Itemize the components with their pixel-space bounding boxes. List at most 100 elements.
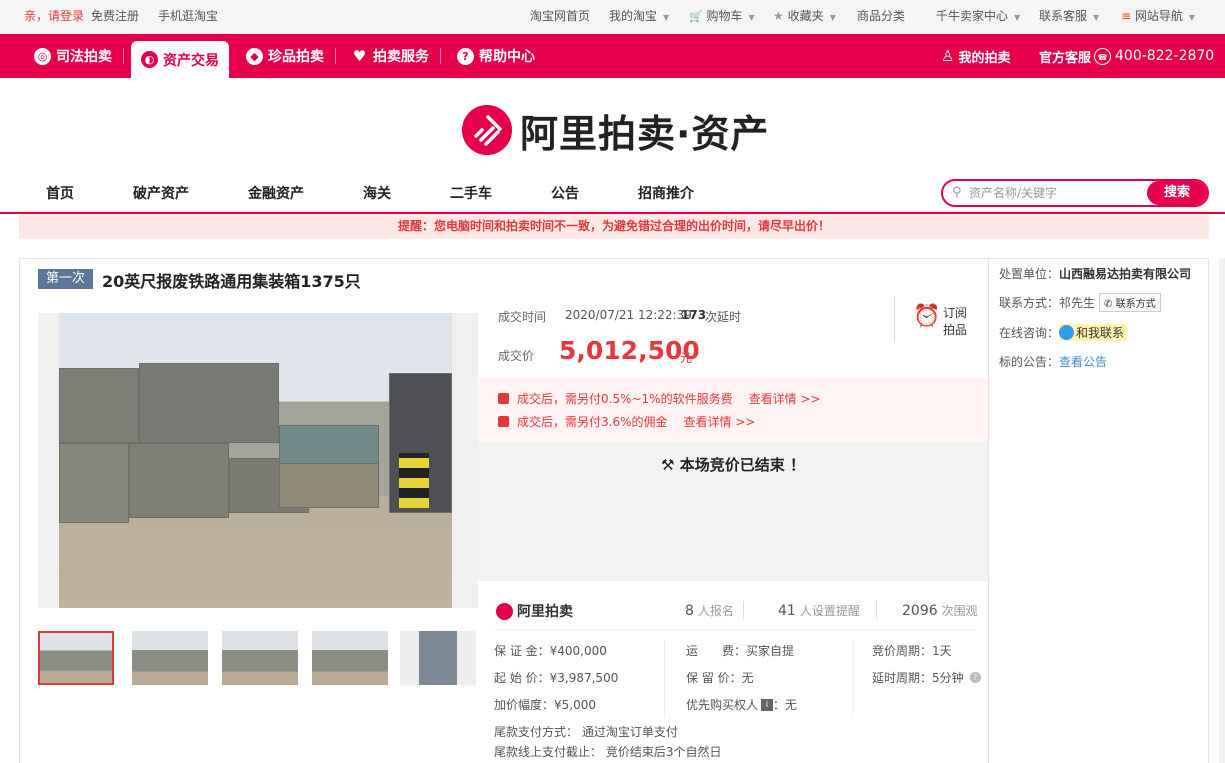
chevron-down-icon: ▼: [1093, 13, 1100, 22]
signup-label: 人报名: [697, 604, 734, 618]
fee-row: 成交后，需另付3.6%的佣金 查看详情 >>: [498, 413, 755, 430]
scrollbar[interactable]: [1219, 258, 1225, 763]
tab-help-center[interactable]: ? 帮助中心: [457, 34, 535, 78]
search-button[interactable]: 搜索: [1147, 181, 1207, 205]
contact-me-label: 和我联系: [1076, 326, 1125, 340]
customer-service-link[interactable]: 联系客服 ▼: [1039, 0, 1099, 34]
round-badge: 第一次: [38, 269, 93, 289]
auction-ended-label: 本场竞价已结束 ！: [679, 456, 805, 474]
signup-count: 8 人报名: [685, 602, 734, 619]
nav-announcements[interactable]: 公告: [551, 183, 579, 203]
phone-400-icon: ☎: [1094, 47, 1112, 65]
thumbnail-5[interactable]: [400, 631, 476, 685]
main-image[interactable]: [38, 313, 478, 608]
signup-number: 8: [685, 603, 694, 619]
taobao-home-link[interactable]: 淘宝网首页: [530, 0, 590, 32]
my-taobao-label: 我的淘宝: [609, 9, 658, 23]
nav-bankruptcy-assets[interactable]: 破产资产: [133, 183, 189, 203]
phone-icon: ✆: [1104, 299, 1113, 310]
fee-details-link[interactable]: 查看详情 >>: [749, 390, 821, 407]
view-count: 2096 次围观: [902, 602, 978, 619]
tab-auction-service[interactable]: ♥ 拍卖服务: [351, 34, 441, 78]
nav-home[interactable]: 首页: [46, 183, 74, 203]
contact-button[interactable]: ✆ 联系方式: [1099, 293, 1161, 312]
chevron-down-icon: ▼: [663, 13, 670, 22]
auction-detail-panel: 阿里拍卖 8 人报名 41 人设置提醒 2096 次围观 保 证 金：¥400,000…: [478, 580, 988, 763]
view-notice-link[interactable]: 查看公告: [1059, 353, 1107, 370]
consult-label: 在线咨询：: [999, 326, 1060, 340]
gavel-icon: ⚒: [661, 456, 675, 474]
thumbnail-4[interactable]: [312, 631, 388, 685]
cart-icon: 🛒: [689, 10, 703, 23]
divider: [492, 629, 976, 630]
thumbnail-3[interactable]: [222, 631, 298, 685]
fee-notice-box: 成交后，需另付0.5%~1%的软件服务费 查看详情 >> 成交后，需另付3.6%的…: [478, 378, 988, 442]
disposal-org: 处置单位： 山西融易达拍卖有限公司: [999, 265, 1191, 282]
gift-icon: [498, 416, 509, 427]
mobile-taobao-link[interactable]: 手机逛淘宝: [158, 0, 218, 32]
menu-icon: ≡: [1121, 9, 1132, 23]
my-auction-link[interactable]: ♙ 我的拍卖: [941, 34, 1010, 78]
favorites-link[interactable]: ★ 收藏夹 ▼: [773, 0, 836, 34]
payment-method: 尾款支付方式： 通过淘宝订单支付: [494, 725, 678, 739]
divider: [664, 639, 665, 717]
register-link[interactable]: 免费注册: [91, 0, 139, 32]
view-label: 次围观: [941, 604, 978, 618]
info-icon[interactable]: i: [761, 698, 774, 711]
site-nav-label: 网站导航: [1134, 9, 1183, 23]
official-service: 官方客服 ☎ 400-822-2870: [1039, 34, 1214, 78]
increment: 加价幅度：¥5,000: [494, 698, 596, 712]
wangwang-icon: [1059, 325, 1075, 340]
seller-center-link[interactable]: 千牛卖家中心 ▼: [936, 0, 1020, 34]
thumbnail-2[interactable]: [132, 631, 208, 685]
reminder-number: 41: [778, 603, 796, 619]
payment-deadline: 尾款线上支付截止： 竞价结束后3个自然日: [494, 745, 722, 759]
priority-label: 优先购买权人: [686, 698, 759, 712]
user-icon: ♙: [941, 47, 955, 65]
cart-label: 购物车: [706, 9, 743, 23]
divider: [876, 601, 877, 619]
nav-customs[interactable]: 海关: [363, 183, 391, 203]
login-link[interactable]: 亲，请登录: [24, 0, 84, 32]
nav-used-cars[interactable]: 二手车: [450, 183, 492, 203]
deal-time-label: 成交时间: [498, 310, 547, 324]
tab-asset-trading[interactable]: ◐ 资产交易: [131, 41, 229, 78]
gem-icon: ◆: [246, 47, 263, 65]
auction-ended-text: ⚒ 本场竞价已结束 ！: [478, 454, 988, 475]
nav-financial-assets[interactable]: 金融资产: [248, 183, 304, 203]
cart-link[interactable]: 🛒 购物车 ▼: [689, 0, 755, 34]
contact-button-label: 联系方式: [1115, 299, 1156, 310]
ali-auction-logo-icon: [496, 602, 513, 620]
tab-label: 珍品拍卖: [268, 49, 324, 65]
divider: [743, 601, 744, 619]
badge-icon: ◎: [34, 47, 51, 65]
search-input[interactable]: [969, 181, 1144, 205]
nav-investment[interactable]: 招商推介: [638, 183, 694, 203]
fee-details-link[interactable]: 查看详情 >>: [684, 413, 756, 430]
price-unit: 元: [680, 351, 693, 365]
site-logo[interactable]: 阿里拍卖·资产: [462, 104, 769, 156]
my-taobao-menu[interactable]: 我的淘宝 ▼: [609, 0, 669, 34]
divider: [852, 639, 853, 717]
brand-label: 阿里拍卖: [517, 604, 573, 620]
search-box: ⚲ 搜索: [941, 179, 1209, 207]
search-icon: ⚲: [952, 185, 962, 200]
auction-status-box: ⚒ 本场竞价已结束 ！: [478, 442, 988, 580]
tab-judicial-auction[interactable]: ◎ 司法拍卖: [34, 34, 124, 78]
seller-center-label: 千牛卖家中心: [936, 9, 1009, 23]
online-consult: 在线咨询： 和我联系: [999, 324, 1128, 341]
tab-treasure-auction[interactable]: ◆ 珍品拍卖: [246, 34, 336, 78]
thumbnail-1[interactable]: [38, 631, 114, 685]
subscribe-button[interactable]: ⏰ 订阅 拍品: [894, 296, 974, 342]
help-icon[interactable]: ?: [969, 672, 981, 683]
notice-label: 标的公告：: [999, 355, 1060, 369]
contact-me-button[interactable]: 和我联系: [1059, 324, 1128, 341]
service-phone: 400-822-2870: [1115, 48, 1215, 64]
alarm-clock-icon: ⏰: [913, 304, 941, 329]
reminder-label: 人设置提醒: [799, 604, 860, 618]
item-title: 20英尺报废铁路通用集装箱1375只: [102, 272, 361, 291]
bid-cycle: 竞价周期：1天: [872, 644, 952, 658]
site-nav-link[interactable]: ≡ 网站导航 ▼: [1121, 0, 1195, 34]
ali-auction-logo-icon: [462, 105, 512, 155]
categories-link[interactable]: 商品分类: [857, 0, 905, 32]
